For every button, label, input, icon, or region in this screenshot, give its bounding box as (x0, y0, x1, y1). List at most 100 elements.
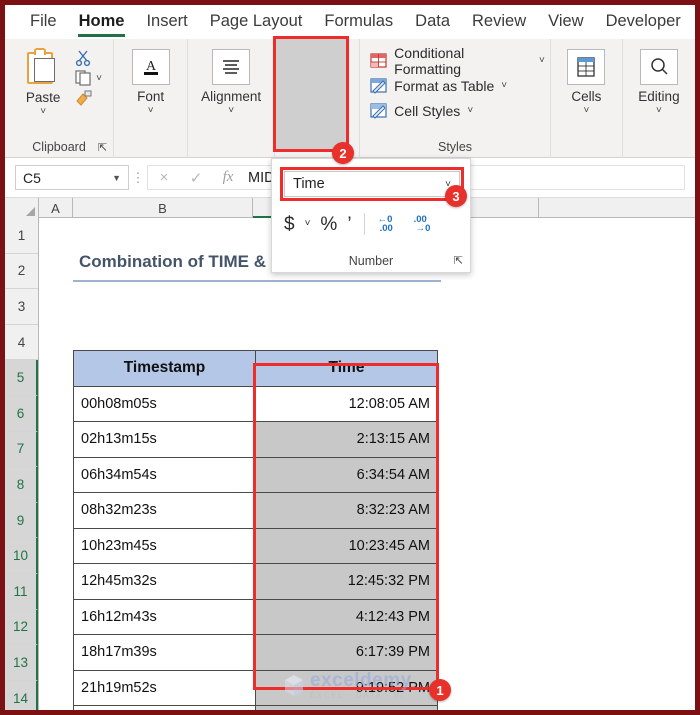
table-row[interactable]: 06h34m54s 6:34:54 AM (73, 456, 438, 493)
row-header-4[interactable]: 4 (5, 325, 38, 361)
number-format-combo[interactable]: Time ˅ (284, 171, 460, 197)
editing-chevron-down-icon[interactable]: ˅ (656, 106, 662, 116)
font-button[interactable]: A Font ˅ (120, 44, 182, 116)
row-header-12[interactable]: 12 (5, 609, 38, 646)
cell-time[interactable]: 4:12:43 PM (255, 598, 438, 635)
cell-time[interactable]: 2:13:15 AM (255, 421, 438, 458)
ribbon-tabbar: File Home Insert Page Layout Formulas Da… (5, 5, 695, 39)
cell-time[interactable]: 10:23:45 AM (255, 527, 438, 564)
number-panel-label: Number (348, 254, 394, 268)
cell-timestamp[interactable]: 02h13m15s (73, 421, 256, 458)
cancel-icon[interactable]: × (148, 169, 180, 186)
copy-icon[interactable] (74, 69, 93, 87)
table-row[interactable]: 10h23m45s 10:23:45 AM (73, 527, 438, 564)
cell-time[interactable]: 11:11:18 PM (255, 705, 438, 710)
tab-insert[interactable]: Insert (135, 9, 198, 36)
column-header-a[interactable]: A (39, 198, 73, 218)
row-header-2[interactable]: 2 (5, 254, 38, 290)
accounting-format-icon[interactable]: $ (284, 215, 295, 234)
tab-formulas[interactable]: Formulas (313, 9, 404, 36)
row-header-5[interactable]: 5 (5, 360, 38, 396)
percent-style-icon[interactable]: % (320, 215, 337, 234)
select-all-corner[interactable] (5, 198, 39, 218)
row-header-1[interactable]: 1 (5, 218, 38, 254)
cell-timestamp[interactable]: 16h12m43s (73, 598, 256, 635)
table-row[interactable]: 23h11m18s 11:11:18 PM (73, 705, 438, 710)
row-header-7[interactable]: 7 (5, 431, 38, 468)
table-row[interactable]: 16h12m43s 4:12:43 PM (73, 598, 438, 635)
conditional-formatting-chevron-down-icon[interactable]: ˅ (539, 55, 545, 66)
cell-timestamp[interactable]: 08h32m23s (73, 492, 256, 529)
cell-timestamp[interactable]: 10h23m45s (73, 527, 256, 564)
editing-button[interactable]: Editing ˅ (628, 44, 690, 116)
row-header-13[interactable]: 13 (5, 645, 38, 681)
format-painter-icon[interactable] (74, 89, 93, 107)
enter-icon[interactable]: ✓ (180, 169, 212, 187)
format-as-table-chevron-down-icon[interactable]: ˅ (501, 80, 507, 91)
row-header-8[interactable]: 8 (5, 467, 38, 503)
format-as-table-button[interactable]: Format as Table ˅ (368, 73, 545, 98)
cells-button[interactable]: Cells ˅ (555, 44, 617, 116)
cell-time[interactable]: 8:32:23 AM (255, 492, 438, 529)
tab-review[interactable]: Review (461, 9, 537, 36)
paste-button[interactable]: Paste ˅ (16, 44, 70, 117)
tab-file[interactable]: File (19, 9, 68, 36)
row-header-9[interactable]: 9 (5, 502, 38, 539)
conditional-formatting-icon (370, 52, 387, 69)
format-as-table-label: Format as Table (394, 77, 495, 94)
name-box[interactable]: C5 ▼ (15, 165, 129, 190)
clipboard-dialog-launcher[interactable]: ⇱ (98, 141, 107, 154)
table-row[interactable]: 00h08m05s 12:08:05 AM (73, 385, 438, 422)
cell-timestamp[interactable]: 21h19m52s (73, 669, 256, 706)
insert-function-icon[interactable]: fx (212, 169, 244, 186)
row-headers: 1 2 3 4 5 6 7 8 9 10 11 12 13 14 (5, 218, 39, 710)
copy-chevron-down-icon[interactable]: ˅ (96, 74, 102, 84)
cell-time[interactable]: 6:34:54 AM (255, 456, 438, 493)
alignment-chevron-down-icon[interactable]: ˅ (228, 106, 234, 116)
cell-styles-button[interactable]: Cell Styles ˅ (368, 98, 545, 123)
row-header-3[interactable]: 3 (5, 289, 38, 325)
table-row[interactable]: 08h32m23s 8:32:23 AM (73, 492, 438, 529)
tab-help[interactable]: Help (692, 9, 695, 36)
tab-view[interactable]: View (537, 9, 594, 36)
increase-decimal-icon[interactable]: ←0.00 (377, 213, 403, 235)
alignment-lines-icon (212, 49, 251, 85)
cell-timestamp[interactable]: 12h45m32s (73, 563, 256, 600)
tab-page-layout[interactable]: Page Layout (199, 9, 314, 36)
cell-timestamp[interactable]: 06h34m54s (73, 456, 256, 493)
tab-home[interactable]: Home (68, 9, 136, 37)
tab-developer[interactable]: Developer (595, 9, 692, 36)
cells-chevron-down-icon[interactable]: ˅ (583, 106, 589, 116)
font-chevron-down-icon[interactable]: ˅ (148, 106, 154, 116)
table-row[interactable]: 18h17m39s 6:17:39 PM (73, 634, 438, 671)
watermark-tagline: EXCEL - DATA - BI (310, 691, 405, 700)
cut-icon[interactable] (74, 49, 93, 67)
paste-chevron-down-icon[interactable]: ˅ (40, 107, 46, 117)
row-header-14[interactable]: 14 (5, 680, 38, 710)
comma-style-icon[interactable]: ’ (347, 215, 351, 234)
table-row[interactable]: 12h45m32s 12:45:32 PM (73, 563, 438, 600)
cell-time[interactable]: 12:45:32 PM (255, 563, 438, 600)
column-header-b[interactable]: B (73, 198, 253, 218)
alignment-button[interactable]: Alignment ˅ (193, 44, 269, 116)
row-header-10[interactable]: 10 (5, 538, 38, 574)
tab-data[interactable]: Data (404, 9, 461, 36)
row-header-11[interactable]: 11 (5, 573, 38, 610)
decrease-decimal-icon[interactable]: .00 →0 (413, 213, 439, 235)
table-row[interactable]: 02h13m15s 2:13:15 AM (73, 421, 438, 458)
formula-bar-expand-handle[interactable]: ⋮ (129, 171, 147, 184)
cell-time[interactable]: 12:08:05 AM (255, 385, 438, 422)
conditional-formatting-button[interactable]: Conditional Formatting ˅ (368, 45, 545, 77)
accounting-chevron-down-icon[interactable]: ˅ (305, 219, 311, 229)
cell-timestamp[interactable]: 18h17m39s (73, 634, 256, 671)
magnifier-icon (639, 49, 678, 85)
cell-time[interactable]: 6:17:39 PM (255, 634, 438, 671)
cell-styles-chevron-down-icon[interactable]: ˅ (467, 105, 473, 116)
cell-timestamp[interactable]: 00h08m05s (73, 385, 256, 422)
ribbon: Paste ˅ ˅ Clipboard ⇱ A Font ˅ Alignment… (5, 39, 695, 158)
number-dialog-launcher[interactable]: ⇱ (454, 254, 463, 267)
row-header-6[interactable]: 6 (5, 395, 38, 432)
name-box-chevron-down-icon[interactable]: ▼ (112, 173, 121, 183)
number-group-highlight (273, 36, 349, 152)
cell-timestamp[interactable]: 23h11m18s (73, 705, 256, 710)
